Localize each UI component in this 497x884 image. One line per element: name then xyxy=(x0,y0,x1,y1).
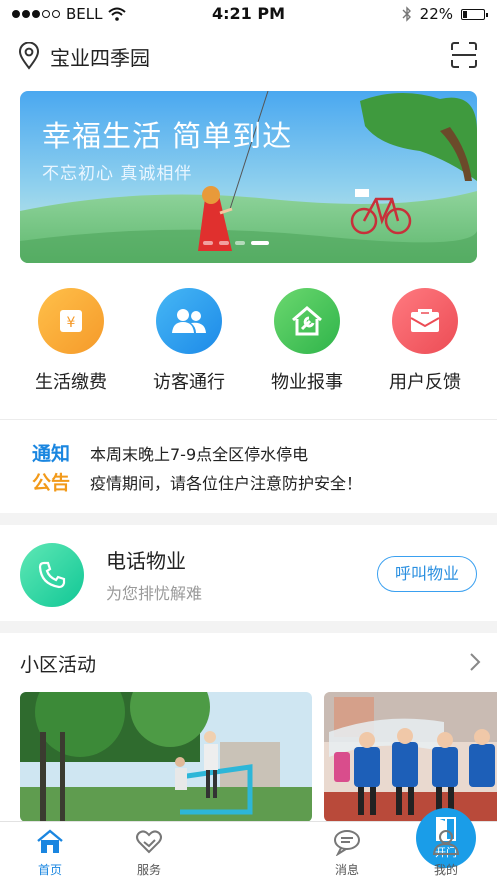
service-label: 物业报事 xyxy=(271,372,343,393)
notice-badge: 通知 公告 xyxy=(32,440,78,498)
notice-content: 本周末晚上7-9点全区停水停电 疫情期间，请各位住户注意防护安全！ xyxy=(90,440,362,498)
status-bar: BELL 4:21 PM 22% xyxy=(0,0,497,28)
service-visitor-pass[interactable]: 访客通行 xyxy=(134,288,244,394)
activities-title: 小区活动 xyxy=(20,654,97,676)
phone-title: 电话物业 xyxy=(106,549,186,573)
tab-open-door[interactable]: 开门 xyxy=(198,808,476,884)
tab-messages[interactable]: 消息 xyxy=(297,822,397,884)
heart-hands-icon xyxy=(136,830,162,854)
tab-services[interactable]: 服务 xyxy=(99,822,199,884)
chevron-right-icon[interactable] xyxy=(469,652,481,672)
promo-banner[interactable]: 幸福生活 简单到达 不忘初心 真诚相伴 xyxy=(20,91,477,263)
envelope-icon xyxy=(392,288,458,354)
phone-subtitle: 为您排忧解难 xyxy=(106,584,203,603)
community-name[interactable]: 宝业四季园 xyxy=(50,42,150,71)
activity-image[interactable] xyxy=(324,692,497,822)
service-user-feedback[interactable]: 用户反馈 xyxy=(370,288,480,394)
divider xyxy=(0,419,497,420)
call-property-button[interactable]: 呼叫物业 xyxy=(377,556,477,592)
service-grid: ¥ 生活缴费 访客通行 物业报事 用户反馈 xyxy=(0,288,497,403)
activity-image[interactable] xyxy=(20,692,312,822)
tab-label: 首页 xyxy=(37,863,62,877)
carousel-dot[interactable] xyxy=(235,241,245,245)
carousel-dot-active[interactable] xyxy=(251,241,269,245)
bluetooth-icon xyxy=(402,6,411,22)
location-pin-icon[interactable] xyxy=(18,42,40,70)
phone-property-card: 电话物业 为您排忧解难 呼叫物业 xyxy=(0,525,497,621)
notice-board[interactable]: 通知 公告 本周末晚上7-9点全区停水停电 疫情期间，请各位住户注意防护安全！ xyxy=(0,434,497,504)
notice-line: 疫情期间，请各位住户注意防护安全！ xyxy=(90,474,363,493)
wallet-yuan-icon: ¥ xyxy=(38,288,104,354)
notice-badge-line2: 公告 xyxy=(32,472,71,494)
tab-label: 服务 xyxy=(136,863,161,877)
bottom-tab-bar: 首页 服务 开门 消息 我的 xyxy=(0,808,497,884)
tab-label: 我的 xyxy=(433,863,458,877)
service-bill-payment[interactable]: ¥ 生活缴费 xyxy=(16,288,126,394)
service-property-report[interactable]: 物业报事 xyxy=(252,288,362,394)
home-icon xyxy=(37,829,63,853)
status-right: 22% xyxy=(402,5,488,23)
user-icon xyxy=(432,830,460,855)
visitors-icon xyxy=(156,288,222,354)
banner-subtitle: 不忘初心 真诚相伴 xyxy=(42,164,193,184)
phone-icon xyxy=(20,543,84,607)
service-label: 访客通行 xyxy=(153,372,225,393)
tab-home[interactable]: 首页 xyxy=(0,822,100,884)
top-header: 宝业四季园 xyxy=(0,36,497,76)
house-repair-icon xyxy=(274,288,340,354)
battery-percentage: 22% xyxy=(419,5,453,23)
tab-label: 消息 xyxy=(334,863,359,877)
section-gap xyxy=(0,513,497,525)
carousel-indicators[interactable] xyxy=(203,241,269,245)
notice-badge-line1: 通知 xyxy=(32,443,71,465)
carousel-dot[interactable] xyxy=(203,241,213,245)
community-activities: 小区活动 xyxy=(0,632,497,822)
svg-text:¥: ¥ xyxy=(67,315,76,331)
carousel-dot[interactable] xyxy=(219,241,229,245)
scan-icon[interactable] xyxy=(451,42,477,68)
banner-title: 幸福生活 简单到达 xyxy=(42,119,293,153)
tab-profile[interactable]: 我的 xyxy=(396,822,496,884)
service-label: 用户反馈 xyxy=(389,372,461,393)
battery-icon xyxy=(461,8,488,20)
activity-photo-park xyxy=(20,692,312,822)
service-label: 生活缴费 xyxy=(35,372,107,393)
activity-photo-kids xyxy=(324,692,497,822)
chat-bubble-icon xyxy=(334,830,360,856)
notice-line: 本周末晚上7-9点全区停水停电 xyxy=(90,445,309,464)
